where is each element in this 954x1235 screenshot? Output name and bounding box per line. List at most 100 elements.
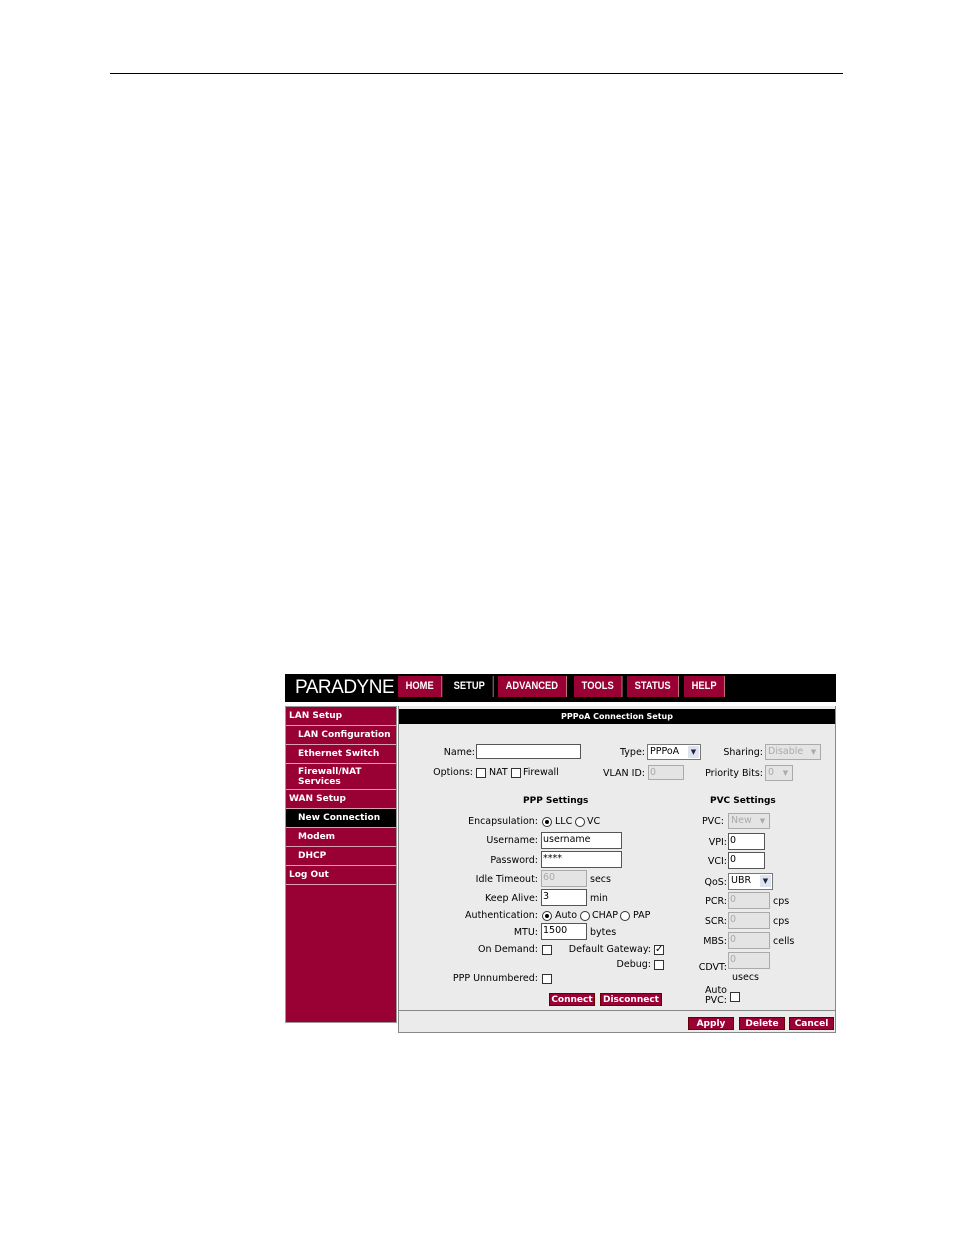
priority-bits-select[interactable]: 0 ▼ xyxy=(765,765,793,781)
username-input[interactable]: username xyxy=(541,832,622,849)
mtu-unit: bytes xyxy=(590,927,617,938)
top-navigation-bar: PARADYNE HOME SETUP ADVANCED TOOLS STATU… xyxy=(285,674,836,702)
vci-input[interactable]: 0 xyxy=(728,852,765,869)
vpi-input[interactable]: 0 xyxy=(728,833,765,850)
auth-auto-radio[interactable] xyxy=(542,911,552,921)
sidebar-item-dhcp[interactable]: DHCP xyxy=(286,847,396,866)
tab-help[interactable]: HELP xyxy=(684,676,726,697)
mtu-input[interactable]: 1500 xyxy=(541,923,587,940)
main-panel: PPPoA Connection Setup Name: Type: PPPoA… xyxy=(398,706,836,1033)
auth-chap-label: CHAP xyxy=(592,910,619,921)
chevron-down-icon: ▼ xyxy=(780,767,791,779)
sidebar-item-modem[interactable]: Modem xyxy=(286,828,396,847)
panel-title: PPPoA Connection Setup xyxy=(399,709,835,724)
mbs-input[interactable]: 0 xyxy=(728,932,770,949)
firewall-checkbox[interactable] xyxy=(511,768,521,778)
keep-alive-input[interactable]: 3 xyxy=(541,889,587,906)
idle-timeout-unit: secs xyxy=(590,874,611,885)
tab-status[interactable]: STATUS xyxy=(626,676,680,697)
ppp-unnumbered-label: PPP Unnumbered: xyxy=(452,973,538,984)
encapsulation-vc-radio[interactable] xyxy=(575,817,585,827)
on-demand-label: On Demand: xyxy=(477,944,538,955)
page-header-rule xyxy=(110,73,843,74)
sidebar-item-ethernet-switch[interactable]: Ethernet Switch xyxy=(286,745,396,764)
brand-logo: PARADYNE xyxy=(295,677,395,698)
apply-button[interactable]: Apply xyxy=(688,1017,734,1030)
mtu-label: MTU: xyxy=(513,927,538,938)
delete-button[interactable]: Delete xyxy=(739,1017,785,1030)
debug-checkbox[interactable] xyxy=(654,960,664,970)
encapsulation-llc-radio[interactable] xyxy=(542,817,552,827)
auto-pvc-label-line2: PVC: xyxy=(704,995,727,1006)
name-input[interactable] xyxy=(476,744,581,759)
sidebar-item-lan-setup[interactable]: LAN Setup xyxy=(286,707,396,726)
mbs-unit: cells xyxy=(773,936,795,947)
encapsulation-llc-label: LLC xyxy=(555,816,573,827)
sidebar-item-label: Services xyxy=(298,777,341,787)
priority-bits-label: Priority Bits: xyxy=(705,768,763,779)
options-label: Options: xyxy=(433,767,473,778)
password-label: Password: xyxy=(490,855,538,866)
tab-tools[interactable]: TOOLS xyxy=(574,676,623,697)
debug-label: Debug: xyxy=(616,959,651,970)
auth-chap-radio[interactable] xyxy=(580,911,590,921)
chevron-down-icon: ▼ xyxy=(760,875,771,887)
auto-pvc-label: Auto PVC: xyxy=(684,986,727,1006)
pcr-input[interactable]: 0 xyxy=(728,892,770,909)
disconnect-button[interactable]: Disconnect xyxy=(600,993,662,1006)
firewall-label: Firewall xyxy=(523,767,559,778)
chevron-down-icon: ▼ xyxy=(757,815,768,827)
pcr-label: PCR: xyxy=(705,896,727,907)
tab-advanced[interactable]: ADVANCED xyxy=(497,676,567,697)
encapsulation-vc-label: VC xyxy=(587,816,601,827)
tab-setup[interactable]: SETUP xyxy=(446,676,494,697)
vlan-id-input[interactable]: 0 xyxy=(648,765,684,780)
sidebar-item-log-out[interactable]: Log Out xyxy=(286,866,396,885)
sidebar-item-wan-setup[interactable]: WAN Setup xyxy=(286,790,396,809)
chevron-down-icon: ▼ xyxy=(688,746,699,758)
pvc-select[interactable]: New ▼ xyxy=(728,813,770,829)
password-input[interactable]: **** xyxy=(541,851,622,868)
main-nav-tabs: HOME SETUP ADVANCED TOOLS STATUS HELP xyxy=(398,676,729,697)
priority-bits-value: 0 xyxy=(768,767,775,778)
sidebar-item-lan-configuration[interactable]: LAN Configuration xyxy=(286,726,396,745)
sharing-select[interactable]: Disable ▼ xyxy=(765,744,821,760)
authentication-label: Authentication: xyxy=(465,910,538,921)
chevron-down-icon: ▼ xyxy=(808,746,819,758)
pvc-value: New xyxy=(731,815,752,826)
type-label: Type: xyxy=(619,747,645,758)
ppp-settings-heading: PPP Settings xyxy=(523,796,589,806)
cancel-button[interactable]: Cancel xyxy=(789,1017,834,1030)
vci-label: VCI: xyxy=(707,856,727,867)
sidebar-item-firewall-nat[interactable]: Firewall/NAT Services xyxy=(286,764,396,790)
sidebar-item-new-connection[interactable]: New Connection xyxy=(286,809,396,828)
idle-timeout-input[interactable]: 60 xyxy=(541,870,587,887)
pvc-label: PVC: xyxy=(701,816,724,827)
scr-unit: cps xyxy=(773,916,790,927)
connect-button[interactable]: Connect xyxy=(549,993,595,1006)
pcr-unit: cps xyxy=(773,896,790,907)
username-label: Username: xyxy=(486,835,538,846)
qos-label: QoS: xyxy=(704,877,727,888)
tab-home[interactable]: HOME xyxy=(398,676,443,697)
idle-timeout-label: Idle Timeout: xyxy=(475,874,538,885)
qos-select[interactable]: UBR ▼ xyxy=(728,873,773,890)
on-demand-checkbox[interactable] xyxy=(542,945,552,955)
sidebar: LAN Setup LAN Configuration Ethernet Swi… xyxy=(285,706,397,1023)
vlan-id-label: VLAN ID: xyxy=(603,768,645,779)
nat-checkbox[interactable] xyxy=(476,768,486,778)
type-value: PPPoA xyxy=(650,746,680,757)
auth-pap-label: PAP xyxy=(633,910,651,921)
cdvt-input[interactable]: 0 xyxy=(728,952,770,969)
encapsulation-label: Encapsulation: xyxy=(468,816,538,827)
vpi-label: VPI: xyxy=(708,837,727,848)
keep-alive-unit: min xyxy=(590,893,608,904)
qos-value: UBR xyxy=(731,875,752,886)
ppp-unnumbered-checkbox[interactable] xyxy=(542,974,552,984)
type-select[interactable]: PPPoA ▼ xyxy=(647,744,701,760)
default-gateway-checkbox[interactable]: ✓ xyxy=(654,945,664,955)
scr-input[interactable]: 0 xyxy=(728,912,770,929)
auto-pvc-checkbox[interactable] xyxy=(730,992,740,1002)
auth-pap-radio[interactable] xyxy=(620,911,630,921)
footer-divider xyxy=(399,1010,835,1011)
